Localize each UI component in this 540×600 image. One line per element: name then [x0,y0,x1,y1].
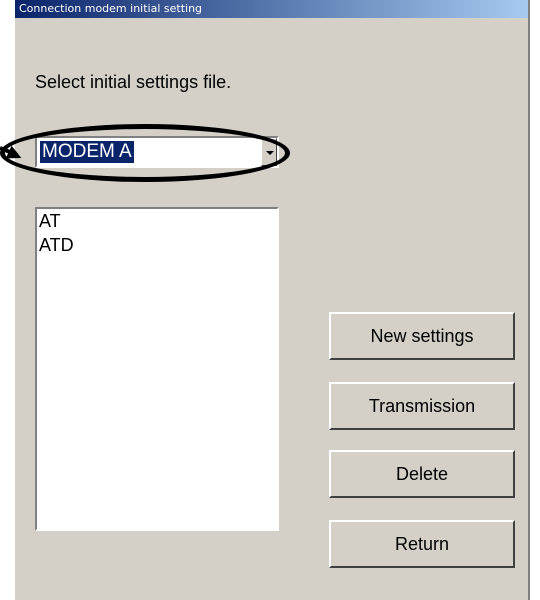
return-button[interactable]: Return [329,520,515,568]
delete-button[interactable]: Delete [329,450,515,498]
dialog-window: Connection modem initial setting Select … [14,0,530,600]
list-item[interactable]: AT [37,209,277,233]
title-bar: Connection modem initial setting [15,0,528,18]
new-settings-button[interactable]: New settings [329,312,515,360]
highlight-ellipse [0,124,290,182]
list-item[interactable]: ATD [37,233,277,257]
command-listbox[interactable]: AT ATD [35,207,279,531]
transmission-button[interactable]: Transmission [329,382,515,430]
prompt-label: Select initial settings file. [35,72,232,92]
window-title: Connection modem initial setting [19,2,203,15]
